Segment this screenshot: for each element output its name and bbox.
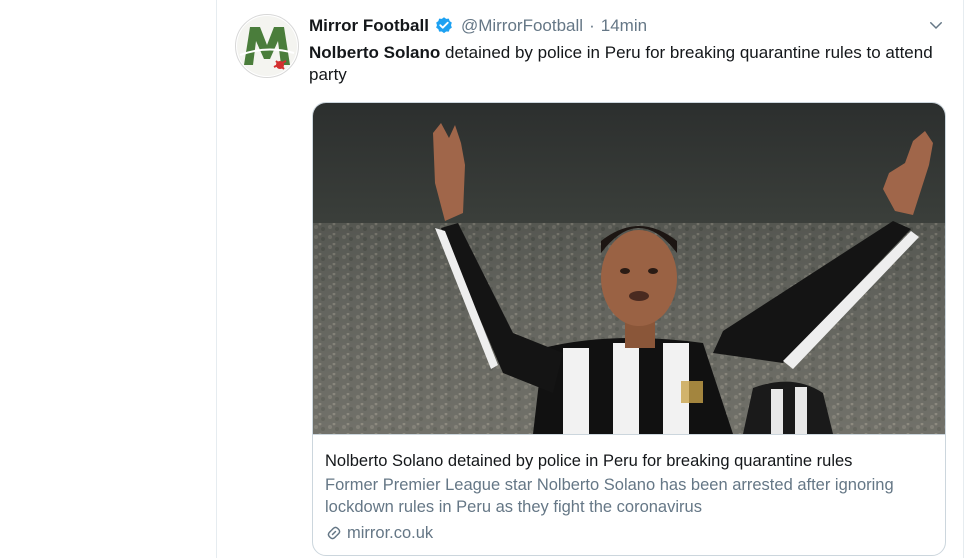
- card-domain-row[interactable]: mirror.co.uk: [325, 522, 933, 544]
- avatar[interactable]: [235, 14, 299, 78]
- card-domain[interactable]: mirror.co.uk: [347, 522, 433, 544]
- left-sidebar-blank: [0, 0, 216, 558]
- card-description: Former Premier League star Nolberto Sola…: [325, 476, 894, 516]
- author-handle[interactable]: @MirrorFootball: [461, 16, 583, 36]
- card-body[interactable]: Nolberto Solano detained by police in Pe…: [313, 434, 945, 555]
- card-title[interactable]: Nolberto Solano detained by police in Pe…: [325, 450, 933, 472]
- mirror-football-logo: [237, 16, 297, 76]
- link-card[interactable]: Nolberto Solano detained by police in Pe…: [312, 102, 946, 556]
- tweet-text-bold: Nolberto Solano: [309, 43, 441, 62]
- tweet-timestamp[interactable]: 14min: [601, 16, 647, 36]
- tweet-header: Mirror Football @MirrorFootball · 14min: [309, 14, 945, 38]
- separator-dot: ·: [589, 16, 595, 35]
- card-image[interactable]: [313, 103, 945, 434]
- verified-badge-icon: [436, 17, 452, 34]
- author-name[interactable]: Mirror Football: [309, 16, 429, 36]
- tweet-text: Nolberto Solano detained by police in Pe…: [309, 42, 949, 86]
- link-icon: [327, 526, 341, 540]
- tweet[interactable]: Mirror Football @MirrorFootball · 14min …: [216, 0, 964, 558]
- chevron-down-icon[interactable]: [927, 16, 945, 34]
